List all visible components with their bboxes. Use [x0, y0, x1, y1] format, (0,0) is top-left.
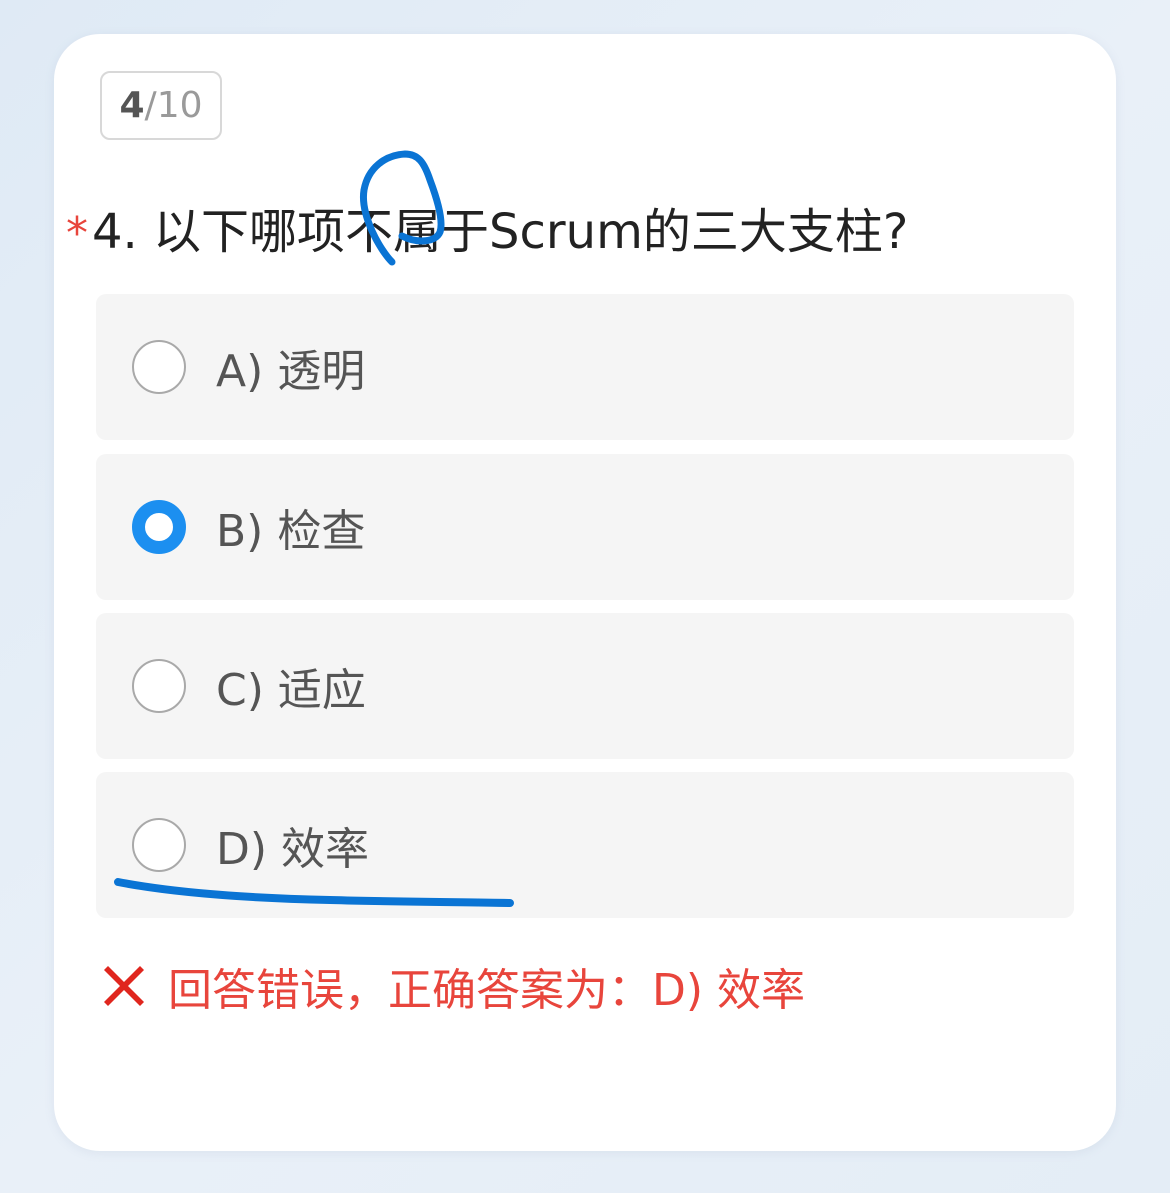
radio-button-b[interactable]	[132, 500, 186, 554]
question-counter: 4/10	[100, 71, 222, 140]
counter-current: 4	[119, 85, 145, 126]
question-title: *4. 以下哪项不属于Scrum的三大支柱?	[66, 192, 1106, 262]
option-b[interactable]: B) 检查	[96, 454, 1074, 600]
question-card: 4/10 *4. 以下哪项不属于Scrum的三大支柱? A) 透明 B) 检查 …	[54, 34, 1116, 1151]
radio-button-a[interactable]	[132, 340, 186, 394]
option-b-label: B) 检查	[216, 506, 366, 557]
option-d-label: D) 效率	[216, 824, 370, 875]
feedback-text: 回答错误，正确答案为：D) 效率	[168, 965, 806, 1016]
counter-total: 10	[156, 85, 203, 126]
option-a-label: A) 透明	[216, 346, 366, 397]
option-a[interactable]: A) 透明	[96, 294, 1074, 440]
cross-mark-icon	[104, 966, 144, 1006]
required-mark: *	[66, 208, 88, 259]
option-c[interactable]: C) 适应	[96, 613, 1074, 759]
option-d[interactable]: D) 效率	[96, 772, 1074, 918]
radio-button-c[interactable]	[132, 659, 186, 713]
option-c-label: C) 适应	[216, 665, 366, 716]
answer-feedback: 回答错误，正确答案为：D) 效率	[100, 954, 805, 1018]
radio-button-d[interactable]	[132, 818, 186, 872]
question-text: 4. 以下哪项不属于Scrum的三大支柱?	[92, 204, 909, 260]
counter-separator: /	[144, 85, 157, 126]
